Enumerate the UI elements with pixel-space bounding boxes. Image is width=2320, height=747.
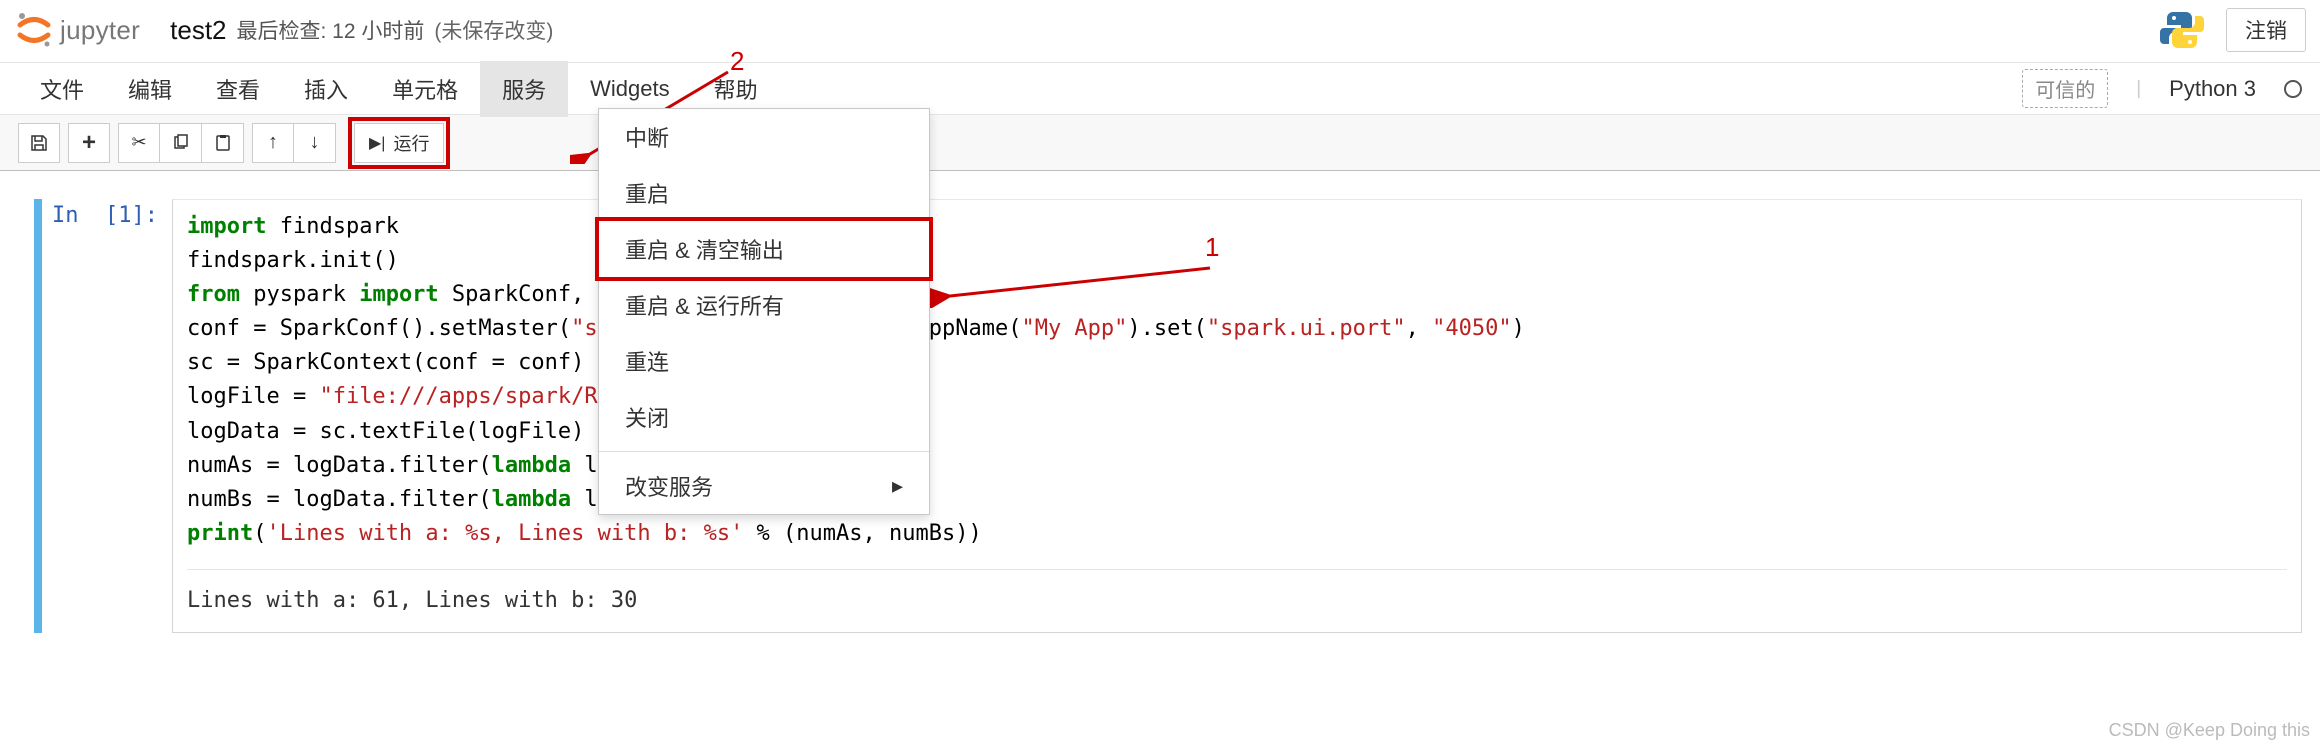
input-prompt: In [1]: <box>52 199 172 633</box>
kernel-change[interactable]: 改变服务 ▸ <box>599 458 929 514</box>
menu-separator <box>599 451 929 452</box>
run-button[interactable]: ▶| 运行 <box>354 123 444 163</box>
menu-kernel[interactable]: 服务 <box>480 61 568 117</box>
kernel-restart-clear[interactable]: 重启 & 清空输出 <box>595 217 933 281</box>
annotation-label-1: 1 <box>1205 232 1219 263</box>
header-bar: jupyter test2 最后检查: 12 小时前 (未保存改变) 注销 <box>0 0 2320 63</box>
kernel-status-icon <box>2284 80 2302 98</box>
save-icon <box>30 134 48 152</box>
watermark: CSDN @Keep Doing this <box>2109 720 2310 741</box>
logout-button[interactable]: 注销 <box>2226 8 2306 52</box>
kernel-menu-dropdown: 中断 重启 重启 & 清空输出 重启 & 运行所有 重连 关闭 改变服务 ▸ <box>598 108 930 515</box>
kernel-name[interactable]: Python 3 <box>2169 76 2256 102</box>
menu-edit[interactable]: 编辑 <box>106 61 194 117</box>
copy-icon <box>172 134 190 152</box>
scissors-icon: ✂ <box>131 132 146 153</box>
kernel-change-label: 改变服务 <box>625 470 713 502</box>
jupyter-logo[interactable]: jupyter <box>14 10 140 50</box>
run-label: 运行 <box>393 130 429 156</box>
chevron-right-icon: ▸ <box>892 473 903 499</box>
last-checkpoint: 最后检查: 12 小时前 <box>237 15 425 45</box>
kernel-reconnect[interactable]: 重连 <box>599 333 929 389</box>
menu-file[interactable]: 文件 <box>18 61 106 117</box>
kernel-interrupt[interactable]: 中断 <box>599 109 929 165</box>
jupyter-logo-text: jupyter <box>60 15 140 46</box>
run-icon: ▶| <box>369 133 385 153</box>
annotation-arrow-1 <box>920 258 1240 308</box>
cell-output: Lines with a: 61, Lines with b: 30 <box>187 569 2287 618</box>
paste-icon <box>214 134 232 152</box>
unsaved-indicator: (未保存改变) <box>434 15 553 45</box>
trusted-indicator[interactable]: 可信的 <box>2022 69 2108 108</box>
cell-selected-indicator <box>34 199 42 633</box>
toolbar: + ✂ ↑ ↓ ▶| 运行 ⌄ <box>0 115 2320 171</box>
jupyter-icon <box>14 10 54 50</box>
kernel-restart-run-all[interactable]: 重启 & 运行所有 <box>599 277 929 333</box>
menu-cell[interactable]: 单元格 <box>370 61 480 117</box>
add-cell-button[interactable]: + <box>68 123 110 163</box>
move-down-button[interactable]: ↓ <box>294 123 336 163</box>
arrow-up-icon: ↑ <box>268 131 278 154</box>
paste-button[interactable] <box>202 123 244 163</box>
menubar: 文件 编辑 查看 插入 单元格 服务 Widgets 帮助 可信的 | Pyth… <box>0 63 2320 115</box>
python-icon <box>2160 8 2204 52</box>
move-up-button[interactable]: ↑ <box>252 123 294 163</box>
copy-button[interactable] <box>160 123 202 163</box>
plus-icon: + <box>82 129 96 157</box>
save-button[interactable] <box>18 123 60 163</box>
notebook-area: In [1]: import findspark findspark.init(… <box>0 171 2320 651</box>
notebook-title[interactable]: test2 <box>170 15 226 46</box>
kernel-restart[interactable]: 重启 <box>599 165 929 221</box>
menu-view[interactable]: 查看 <box>194 61 282 117</box>
menu-insert[interactable]: 插入 <box>282 61 370 117</box>
kernel-shutdown[interactable]: 关闭 <box>599 389 929 445</box>
cut-button[interactable]: ✂ <box>118 123 160 163</box>
arrow-down-icon: ↓ <box>310 131 320 154</box>
annotation-label-2: 2 <box>730 46 744 77</box>
